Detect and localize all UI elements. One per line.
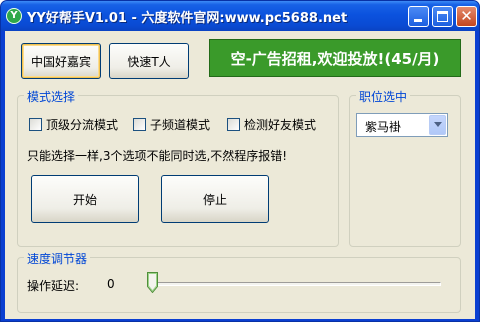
mode-group-label: 模式选择 xyxy=(24,88,79,105)
position-group-label: 职位选中 xyxy=(356,88,411,105)
chevron-down-icon xyxy=(434,122,442,127)
ad-banner[interactable]: 空-广告招租,欢迎投放!(45/月) xyxy=(209,39,461,77)
window-title: YY好帮手V1.01 - 六度软件官网:www.pc5688.net xyxy=(27,11,348,26)
maximize-button[interactable] xyxy=(432,6,453,27)
detect-friends-checkbox[interactable] xyxy=(227,118,240,131)
subchannel-checkbox[interactable] xyxy=(133,118,146,131)
close-icon: ✕ xyxy=(460,7,473,25)
maximize-icon xyxy=(437,11,448,22)
position-dropdown[interactable]: 紫马褂 xyxy=(356,113,448,137)
delay-slider-track[interactable] xyxy=(151,282,441,286)
top-diversion-label: 顶级分流模式 xyxy=(46,118,119,132)
stop-button[interactable]: 停止 xyxy=(161,175,269,223)
client-area: 中国好嘉宾 快速T人 空-广告招租,欢迎投放!(45/月) 模式选择 顶级分流模… xyxy=(5,31,475,319)
detect-friends-label: 检测好友模式 xyxy=(244,118,317,132)
speed-group-label: 速度调节器 xyxy=(24,250,91,267)
start-button[interactable]: 开始 xyxy=(31,175,139,223)
option-subchannel[interactable]: 子频道模式 xyxy=(133,116,210,133)
quick-kick-button[interactable]: 快速T人 xyxy=(109,43,189,79)
title-bar[interactable]: Y YY好帮手V1.01 - 六度软件官网:www.pc5688.net ✕ xyxy=(1,1,479,31)
china-good-guest-button[interactable]: 中国好嘉宾 xyxy=(21,43,101,79)
delay-label: 操作延迟: xyxy=(27,279,80,293)
delay-slider-thumb[interactable] xyxy=(147,272,158,293)
delay-value: 0 xyxy=(107,277,115,291)
dropdown-arrow-button[interactable] xyxy=(429,115,446,135)
option-detect-friends[interactable]: 检测好友模式 xyxy=(227,116,316,133)
top-diversion-checkbox[interactable] xyxy=(29,118,42,131)
subchannel-label: 子频道模式 xyxy=(150,118,211,132)
mode-notice: 只能选择一样,3个选项不能同时选,不然程序报错! xyxy=(27,149,288,163)
minimize-icon xyxy=(414,19,422,22)
app-window: Y YY好帮手V1.01 - 六度软件官网:www.pc5688.net ✕ 中… xyxy=(0,0,480,322)
app-icon: Y xyxy=(6,8,22,24)
minimize-button[interactable] xyxy=(408,6,429,27)
option-top-diversion[interactable]: 顶级分流模式 xyxy=(29,116,118,133)
position-selected-value: 紫马褂 xyxy=(365,120,402,134)
close-button[interactable]: ✕ xyxy=(456,6,477,27)
